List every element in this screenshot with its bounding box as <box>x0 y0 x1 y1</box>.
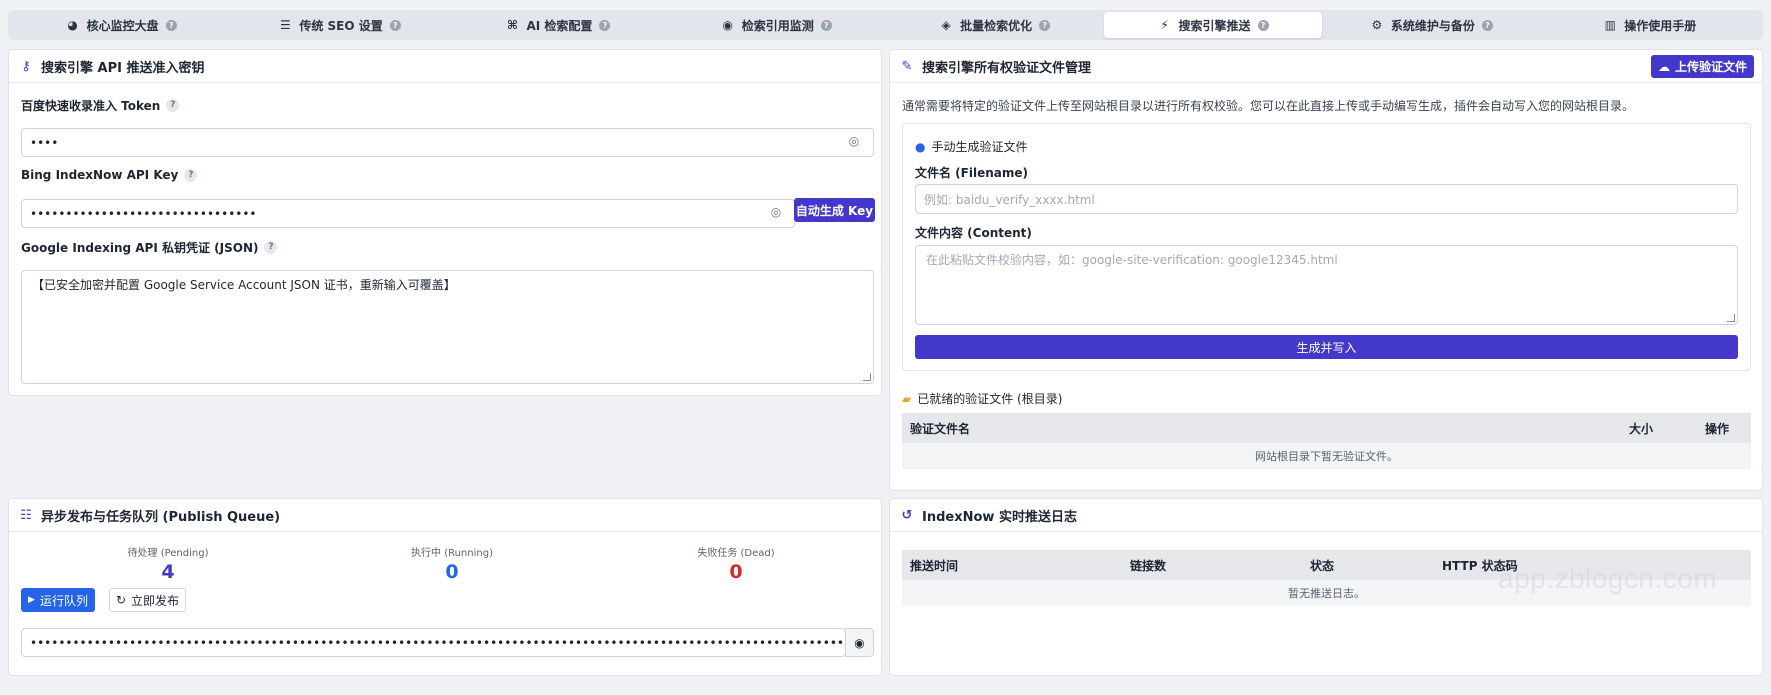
column-header: 大小 <box>1629 421 1654 436</box>
tab-dashboard[interactable]: ◕ 核心监控大盘 ? <box>12 12 230 38</box>
sliders-icon: ☰ <box>279 18 291 32</box>
tab-label: 搜索引擎推送 <box>1178 18 1251 33</box>
help-icon[interactable]: ? <box>820 19 832 31</box>
verification-description: 通常需要将特定的验证文件上传至网站根目录以进行所有权校验。您可以在此直接上传或手… <box>902 99 1635 113</box>
baidu-token-input[interactable]: •••• <box>21 128 874 157</box>
chart-pie-icon: ◕ <box>67 18 78 32</box>
tab-label: 检索引用监测 <box>741 18 814 33</box>
stat-label: 执行中 (Running) <box>411 548 493 559</box>
panel-header: ☷ 异步发布与任务队列 (Publish Queue) <box>9 499 881 532</box>
help-icon[interactable]: ? <box>1039 19 1051 31</box>
cogs-icon: ⚙ <box>1371 18 1383 32</box>
tab-label: 核心监控大盘 <box>86 18 159 33</box>
dead-stat: 失败任务 (Dead) 0 <box>646 544 826 583</box>
help-icon[interactable]: ? <box>389 19 401 31</box>
tab-label: 传统 SEO 设置 <box>299 18 383 33</box>
help-icon[interactable]: ? <box>1481 19 1493 31</box>
tab-maintenance[interactable]: ⚙ 系统维护与备份 ? <box>1322 12 1540 38</box>
manual-generate-title: ● 手动生成验证文件 <box>915 139 1028 155</box>
api-keys-panel: ⚷ 搜索引擎 API 推送准入密钥 百度快速收录准入 Token ? •••• … <box>8 49 882 396</box>
column-header: 操作 <box>1705 421 1730 436</box>
tab-search-push[interactable]: ⚡ 搜索引擎推送 ? <box>1103 12 1323 38</box>
tab-batch-optimize[interactable]: ◈ 批量检索优化 ? <box>886 12 1104 38</box>
show-password-icon[interactable]: ◎ <box>769 205 783 219</box>
layers-icon: ◈ <box>941 18 951 32</box>
help-icon[interactable]: ? <box>599 19 611 31</box>
google-json-textarea[interactable]: 【已安全加密并配置 Google Service Account JSON 证书… <box>21 270 874 384</box>
panel-title: IndexNow 实时推送日志 <box>922 509 1077 525</box>
baidu-token-label: 百度快速收录准入 Token ? <box>21 97 180 114</box>
tab-ai-config[interactable]: ⌘ AI 检索配置 ? <box>449 12 667 38</box>
help-icon[interactable]: ? <box>264 241 278 254</box>
panel-header: ✎ 搜索引擎所有权验证文件管理 <box>890 50 1762 83</box>
content-label: 文件内容 (Content) <box>915 226 1032 240</box>
stat-label: 失败任务 (Dead) <box>697 548 775 559</box>
eye-icon: ◉ <box>722 18 734 32</box>
list-check-icon: ☷ <box>20 507 32 523</box>
publish-queue-panel: ☷ 异步发布与任务队列 (Publish Queue) 待处理 (Pending… <box>8 498 882 676</box>
filename-label: 文件名 (Filename) <box>915 166 1028 180</box>
verify-table-header: 验证文件名 大小 操作 <box>902 413 1751 443</box>
file-signature-icon: ✎ <box>901 58 913 74</box>
panel-title: 搜索引擎 API 推送准入密钥 <box>41 60 205 76</box>
pending-stat: 待处理 (Pending) 4 <box>78 544 258 583</box>
show-password-icon[interactable]: ◎ <box>847 134 861 148</box>
stat-value: 0 <box>445 561 459 583</box>
panel-header: ↺ IndexNow 实时推送日志 <box>890 499 1762 532</box>
book-icon: ▥ <box>1604 18 1616 32</box>
stat-label: 待处理 (Pending) <box>127 548 209 559</box>
tab-seo-settings[interactable]: ☰ 传统 SEO 设置 ? <box>230 12 448 38</box>
resize-handle[interactable] <box>1727 314 1735 322</box>
bing-key-label: Bing IndexNow API Key ? <box>21 168 198 182</box>
help-icon[interactable]: ? <box>1257 19 1269 31</box>
sitemap-icon: ⌘ <box>506 18 519 32</box>
upload-verify-file-button[interactable]: ☁ 上传验证文件 <box>1651 55 1754 78</box>
history-icon: ↺ <box>901 507 913 523</box>
tab-label: 批量检索优化 <box>960 18 1033 33</box>
tab-label: AI 检索配置 <box>526 18 593 33</box>
column-header: 链接数 <box>1130 558 1167 573</box>
bolt-icon: ⚡ <box>1160 18 1169 32</box>
column-header: 推送时间 <box>910 558 959 573</box>
generate-key-button[interactable]: 自动生成 Key <box>794 198 875 222</box>
play-icon: ▶ <box>28 595 35 605</box>
stat-value: 4 <box>161 561 175 583</box>
stat-value: 0 <box>729 561 743 583</box>
toggle-visibility-button[interactable]: ◉ <box>845 628 874 657</box>
filename-input[interactable]: 例如: baidu_verify_xxxx.html <box>915 184 1738 214</box>
running-stat: 执行中 (Running) 0 <box>362 544 542 583</box>
tab-citation-monitor[interactable]: ◉ 检索引用监测 ? <box>667 12 885 38</box>
queue-token-input[interactable]: ••••••••••••••••••••••••••••••••••••••••… <box>21 628 846 657</box>
help-icon[interactable]: ? <box>165 19 177 31</box>
circle-plus-icon: ● <box>915 139 926 154</box>
key-icon: ⚷ <box>21 58 31 74</box>
tab-label: 操作使用手册 <box>1624 18 1697 33</box>
column-header: 状态 <box>1310 558 1335 573</box>
folder-open-icon: ▰ <box>902 391 912 406</box>
publish-now-button[interactable]: ↻ 立即发布 <box>109 588 186 612</box>
verification-panel: ✎ 搜索引擎所有权验证文件管理 ☁ 上传验证文件 通常需要将特定的验证文件上传至… <box>889 49 1763 491</box>
panel-header: ⚷ 搜索引擎 API 推送准入密钥 <box>9 50 881 83</box>
watermark: app.zblogcn.com <box>1498 563 1718 594</box>
help-icon[interactable]: ? <box>184 168 198 182</box>
verify-table-empty: 网站根目录下暂无验证文件。 <box>902 443 1751 469</box>
eye-icon: ◉ <box>854 635 865 650</box>
content-textarea[interactable]: 在此粘贴文件校验内容，如：google-site-verification: g… <box>915 245 1738 325</box>
ready-files-title: ▰ 已就绪的验证文件 (根目录) <box>902 391 1063 407</box>
resize-handle[interactable] <box>863 373 871 381</box>
column-header: 验证文件名 <box>910 421 971 436</box>
generate-write-button[interactable]: 生成并写入 <box>915 335 1738 359</box>
cloud-upload-icon: ☁ <box>1657 59 1670 74</box>
panel-title: 搜索引擎所有权验证文件管理 <box>922 60 1092 76</box>
sync-icon: ↻ <box>115 593 127 607</box>
tab-label: 系统维护与备份 <box>1390 18 1475 33</box>
help-icon[interactable]: ? <box>166 99 180 112</box>
google-json-label: Google Indexing API 私钥凭证 (JSON) ? <box>21 239 278 256</box>
main-tab-bar: ◕ 核心监控大盘 ? ☰ 传统 SEO 设置 ? ⌘ AI 检索配置 ? ◉ 检… <box>8 10 1763 40</box>
bing-key-input[interactable]: •••••••••••••••••••••••••••••••• <box>21 199 795 228</box>
tab-manual[interactable]: ▥ 操作使用手册 <box>1541 12 1759 38</box>
run-queue-button[interactable]: ▶ 运行队列 <box>21 588 95 612</box>
manual-generate-box: ● 手动生成验证文件 文件名 (Filename) 例如: baidu_veri… <box>902 123 1751 371</box>
panel-title: 异步发布与任务队列 (Publish Queue) <box>41 509 281 525</box>
